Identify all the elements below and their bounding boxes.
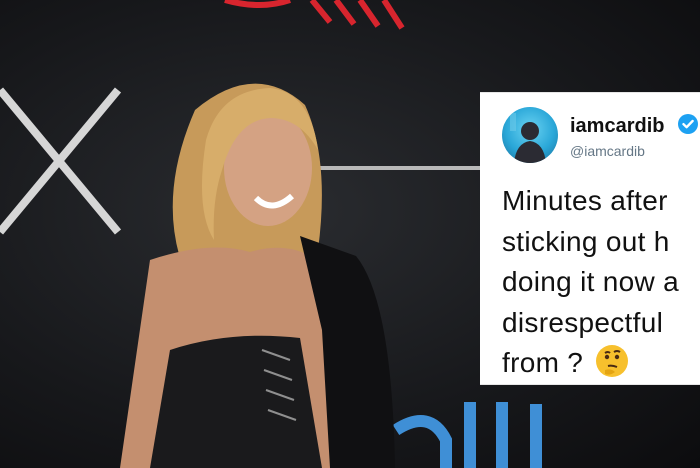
avatar[interactable] [502,107,558,163]
backdrop-logo-bottom [392,402,542,468]
tweet-line-last: from ? [502,343,700,384]
verified-badge-icon [678,114,698,134]
display-name[interactable]: iamcardib [570,115,664,138]
tweet-card[interactable]: iamcardib @iamcardib Minutes after stick… [480,92,700,385]
thinking-face-icon [596,345,629,377]
backdrop-x-mark [0,87,122,235]
backdrop-logo-top [224,0,405,30]
tweet-line: doing it now a [502,266,679,297]
person [120,83,395,468]
handle[interactable]: @iamcardib [570,143,645,159]
avatar-image [510,113,546,163]
tweet-line: sticking out h [502,225,670,257]
tweet-line: Minutes after [502,185,668,216]
tweet-line: disrespectful [502,306,664,338]
tweet-text: Minutes after sticking out h doing it no… [502,181,700,384]
tweet-line-text: from ? [502,347,584,378]
